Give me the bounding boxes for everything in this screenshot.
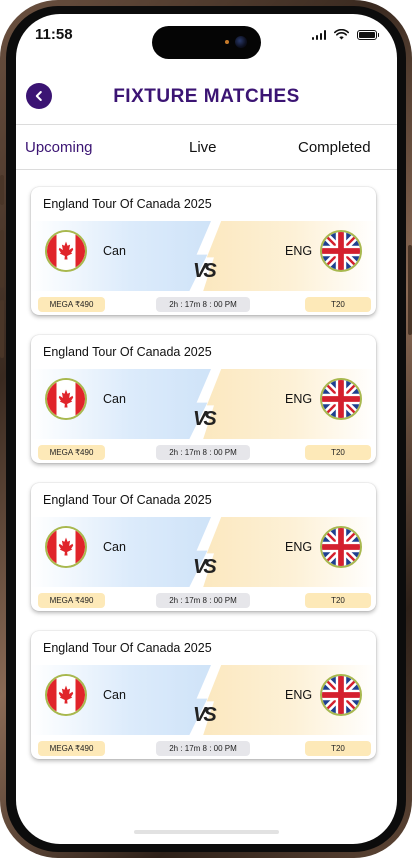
match-title: England Tour Of Canada 2025 xyxy=(43,197,212,211)
battery-icon xyxy=(357,29,379,40)
team-left-name: Can xyxy=(103,688,126,702)
dynamic-island xyxy=(152,26,261,59)
match-title: England Tour Of Canada 2025 xyxy=(43,641,212,655)
uk-flag-icon xyxy=(320,526,362,568)
time-pill: 2h : 17m 8 : 00 PM xyxy=(156,445,250,460)
format-pill: T20 xyxy=(305,297,371,312)
canada-flag-icon xyxy=(45,674,87,716)
prize-pill: MEGA ₹490 xyxy=(38,741,105,756)
side-button-volume-down xyxy=(0,300,4,358)
uk-flag-icon xyxy=(320,674,362,716)
team-right-name: ENG xyxy=(285,688,313,702)
format-pill: T20 xyxy=(305,593,371,608)
side-button-action xyxy=(0,175,4,205)
uk-flag-icon xyxy=(320,230,362,272)
uk-flag-icon xyxy=(320,378,362,420)
team-right-name: ENG xyxy=(285,244,313,258)
format-pill: T20 xyxy=(305,445,371,460)
team-left-name: Can xyxy=(103,540,126,554)
team-left-name: Can xyxy=(103,392,126,406)
canada-flag-icon xyxy=(45,526,87,568)
vs-label: VS xyxy=(193,704,217,726)
page-title: FIXTURE MATCHES xyxy=(113,86,300,107)
side-button-power xyxy=(408,245,412,335)
match-title: England Tour Of Canada 2025 xyxy=(43,493,212,507)
team-left-name: Can xyxy=(103,244,126,258)
team-right-name: ENG xyxy=(285,392,313,406)
time-pill: 2h : 17m 8 : 00 PM xyxy=(156,593,250,608)
tab-completed[interactable]: Completed xyxy=(298,139,371,156)
match-card[interactable]: England Tour Of Canada 2025 Can VS ENG M… xyxy=(31,483,376,611)
tab-live[interactable]: Live xyxy=(189,139,217,156)
tab-upcoming[interactable]: Upcoming xyxy=(25,139,93,156)
match-title: England Tour Of Canada 2025 xyxy=(43,345,212,359)
format-pill: T20 xyxy=(305,741,371,756)
home-indicator xyxy=(134,830,279,834)
canada-flag-icon xyxy=(45,378,87,420)
wifi-icon xyxy=(334,29,349,40)
match-card[interactable]: England Tour Of Canada 2025 Can VS ENG M… xyxy=(31,631,376,759)
cellular-signal-icon xyxy=(311,29,326,40)
time-pill: 2h : 17m 8 : 00 PM xyxy=(156,297,250,312)
prize-pill: MEGA ₹490 xyxy=(38,297,105,312)
prize-pill: MEGA ₹490 xyxy=(38,593,105,608)
camera-icon xyxy=(235,36,247,48)
app-screen: 11:58 FIXTURE MATCHES Upcoming Live Comp… xyxy=(16,14,397,844)
match-card[interactable]: England Tour Of Canada 2025 Can VS ENG M… xyxy=(31,335,376,463)
status-time: 11:58 xyxy=(35,26,73,43)
time-pill: 2h : 17m 8 : 00 PM xyxy=(156,741,250,756)
vs-label: VS xyxy=(193,408,217,430)
team-right-name: ENG xyxy=(285,540,313,554)
vs-label: VS xyxy=(193,556,217,578)
canada-flag-icon xyxy=(45,230,87,272)
prize-pill: MEGA ₹490 xyxy=(38,445,105,460)
vs-label: VS xyxy=(193,260,217,282)
privacy-indicator-icon xyxy=(225,40,229,44)
match-card[interactable]: England Tour Of Canada 2025 Can VS ENG M… xyxy=(31,187,376,315)
match-tabs: Upcoming Live Completed xyxy=(16,124,397,170)
status-icons xyxy=(311,29,379,40)
side-button-volume-up xyxy=(0,230,4,288)
